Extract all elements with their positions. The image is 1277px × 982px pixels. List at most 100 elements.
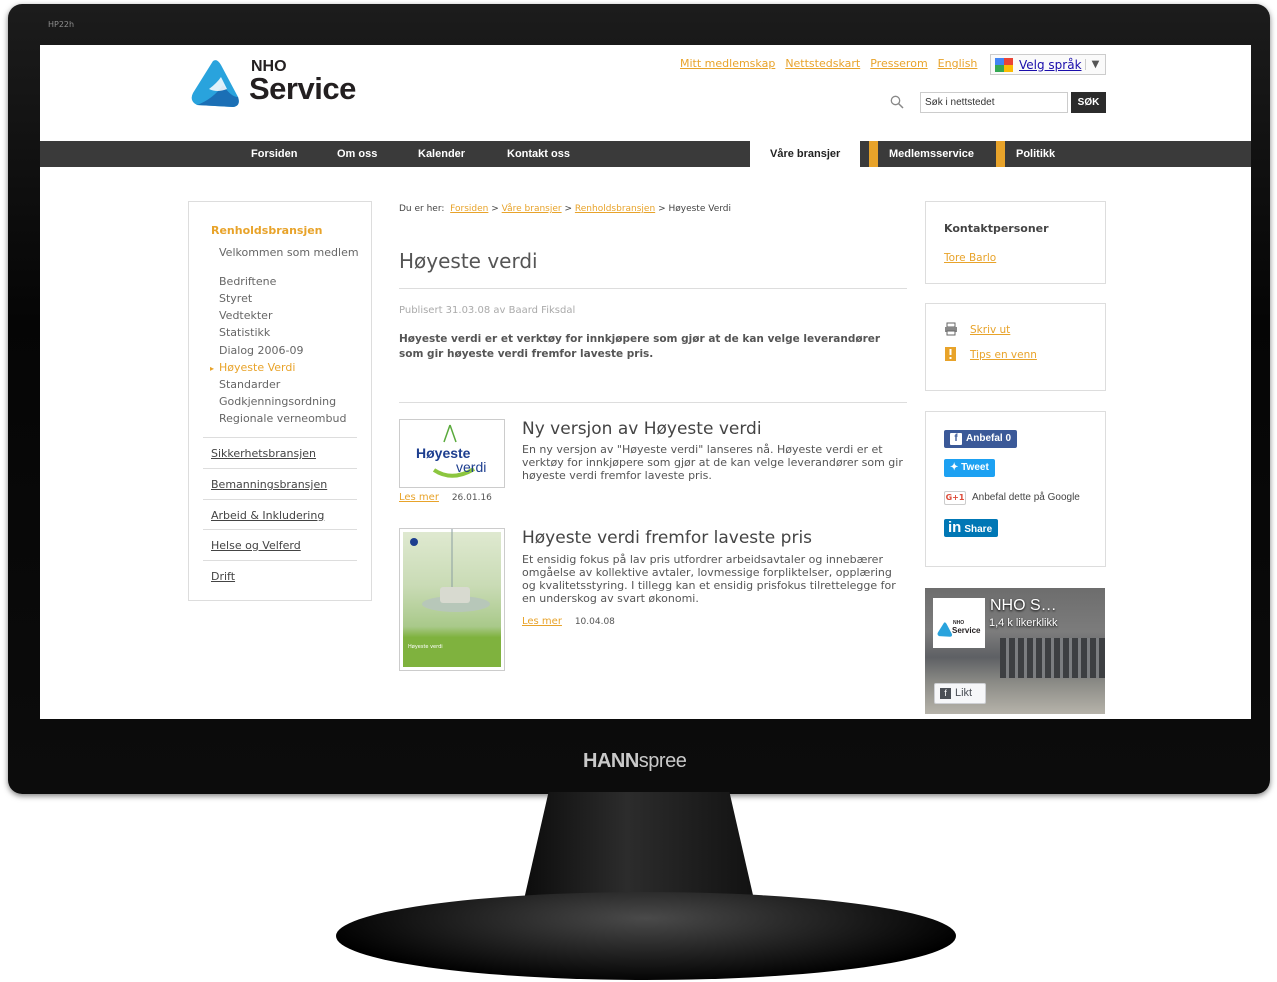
article-summary: Et ensidig fokus på lav pris utfordrer a… [522,553,896,605]
breadcrumb-separator: > [658,204,666,214]
nav-divider [869,141,878,167]
fb-page-likes: 1,4 k likerklikk [989,617,1058,629]
main-navigation: Forsiden Om oss Kalender Kontakt oss Vår… [40,141,1251,167]
language-select[interactable]: Velg språk ▼ [990,54,1106,75]
contact-person-link[interactable]: Tore Barlo [944,252,996,264]
search-icon [890,95,904,109]
publish-byline: Publisert 31.03.08 av Baard Fiksdal [399,305,576,316]
sidebar-item-hoyeste-verdi[interactable]: Høyeste Verdi [210,362,359,376]
article-title[interactable]: Ny versjon av Høyeste verdi [522,419,762,439]
fb-like-button[interactable]: f Likt [934,683,986,704]
sidebar-divider [203,499,357,500]
sidebar-item-drift[interactable]: Drift [211,570,235,583]
breadcrumb-current: Høyeste Verdi [668,204,731,214]
facebook-page-widget[interactable]: NHO Service NHO S… 1,4 k likerklikk f Li… [925,588,1105,714]
facebook-recommend-button[interactable]: f Anbefal 0 [944,430,1018,448]
language-select-label: Velg språk [1019,57,1082,72]
article-title[interactable]: Høyeste verdi fremfor laveste pris [522,528,812,548]
tweet-button[interactable]: ✦ Tweet [944,459,995,477]
google-plus-one-button[interactable]: G+1 [944,491,966,505]
sidebar-divider [203,560,357,561]
breadcrumb-link-forsiden[interactable]: Forsiden [450,204,488,214]
logo-service-text: Service [249,71,356,106]
nav-vare-bransjer[interactable]: Våre bransjer [750,141,861,167]
article-meta: Les mer 10.04.08 [522,616,615,627]
link-presserom[interactable]: Presserom [870,57,927,70]
brochure-cover-title: Høyeste verdi [408,644,443,650]
google-recommend-label: Anbefal dette på Google [972,492,1080,503]
fb-page-logo: NHO Service [933,598,985,648]
article-thumbnail-brochure[interactable]: Høyeste verdi [399,528,505,671]
sidebar-item-styret[interactable]: Styret [219,293,359,305]
sidebar-divider [203,437,357,438]
link-english[interactable]: English [938,57,978,70]
nav-kontakt-oss[interactable]: Kontakt oss [507,141,570,167]
link-nettstedskart[interactable]: Nettstedskart [785,57,860,70]
link-mitt-medlemskap[interactable]: Mitt medlemskap [680,57,775,70]
nav-divider [996,141,1005,167]
read-more-link[interactable]: Les mer [522,616,562,627]
sidebar-item-statistikk[interactable]: Statistikk [219,327,359,339]
sidebar-item-dialog[interactable]: Dialog 2006-09 [219,345,359,357]
scale-weight-icon [410,529,490,612]
breadcrumb-link-renholdsbransjen[interactable]: Renholdsbransjen [575,204,655,214]
nav-forsiden[interactable]: Forsiden [251,141,297,167]
sidebar-divider [203,468,357,469]
article-date: 10.04.08 [574,617,615,627]
nho-service-logo[interactable]: NHO Service [187,57,377,113]
google-translate-icon [995,57,1013,72]
article-summary: En ny versjon av "Høyeste verdi" lansere… [522,443,903,482]
sidebar-item-godkjenningsordning[interactable]: Godkjenningsordning [219,396,359,408]
title-divider [399,288,907,289]
contacts-box: Kontaktpersoner Tore Barlo [925,201,1106,284]
twitter-bird-icon: ✦ [950,462,959,473]
sidebar-item-bemanningsbransjen[interactable]: Bemanningsbransjen [211,478,327,491]
tweet-label: Tweet [961,462,989,473]
fb-page-name[interactable]: NHO S… [990,597,1057,615]
google-plus-badge: G+1 [945,493,965,502]
breadcrumb: Du er her: Forsiden > Våre bransjer > Re… [399,204,731,214]
search-button[interactable]: SØK [1071,92,1106,113]
sidebar-item-regionale-verneombud[interactable]: Regionale verneombud [219,413,359,425]
nav-kalender[interactable]: Kalender [418,141,465,167]
facebook-icon: f [940,688,951,699]
breadcrumb-link-vare-bransjer[interactable]: Våre bransjer [502,204,562,214]
breadcrumb-separator: > [564,204,573,214]
fb-logo-service-text: Service [952,626,981,635]
nav-medlemsservice[interactable]: Medlemsservice [889,141,974,167]
breadcrumb-separator: > [491,204,499,214]
sidebar-section-title[interactable]: Renholdsbransjen [211,224,323,237]
read-more-link[interactable]: Les mer [399,492,439,503]
monitor-brand-logo: HANNspree [583,750,687,772]
sidebar-item-vedtekter[interactable]: Vedtekter [219,310,359,322]
tools-box: Skriv ut Tips en venn [925,303,1106,391]
print-link[interactable]: Skriv ut [970,324,1010,336]
sidebar-item-helse-velferd[interactable]: Helse og Velferd [211,539,301,552]
nho-logo-icon [191,60,239,107]
nav-politikk[interactable]: Politikk [1016,141,1055,167]
nav-om-oss[interactable]: Om oss [337,141,377,167]
sidebar-item-sikkerhetsbransjen[interactable]: Sikkerhetsbransjen [211,447,316,460]
tip-friend-icon[interactable] [944,347,958,361]
fb-like-label: Likt [955,687,973,699]
sidebar-item-velkommen[interactable]: Velkommen som medlem [219,247,359,259]
search-input[interactable] [920,92,1068,113]
contacts-title: Kontaktpersoner [944,222,1049,235]
chevron-down-icon[interactable]: ▼ [1085,59,1105,70]
lead-divider [399,402,907,403]
browser-viewport: NHO Service Mitt medlemskap Nettstedskar… [40,45,1251,719]
linkedin-icon: in [948,519,962,536]
share-box: f Anbefal 0 ✦ Tweet G+1 Anbefal dette på … [925,411,1106,567]
printer-icon[interactable] [944,322,958,336]
utility-links: Mitt medlemskap Nettstedskart Presserom … [680,57,977,70]
sidebar-item-bedriftene[interactable]: Bedriftene [219,276,359,288]
article-date: 26.01.16 [451,493,492,503]
sidebar-item-arbeid-inkludering[interactable]: Arbeid & Inkludering [211,509,324,522]
linkedin-share-button[interactable]: in Share [944,519,999,537]
sidebar-item-standarder[interactable]: Standarder [219,379,359,391]
article-meta: Les mer 26.01.16 [399,492,492,503]
article-thumbnail-hoyeste-verdi-logo[interactable]: Høyeste verdi [399,419,505,488]
tip-friend-link[interactable]: Tips en venn [970,349,1037,361]
building-photo [1000,638,1105,678]
monitor-stand [336,892,956,980]
